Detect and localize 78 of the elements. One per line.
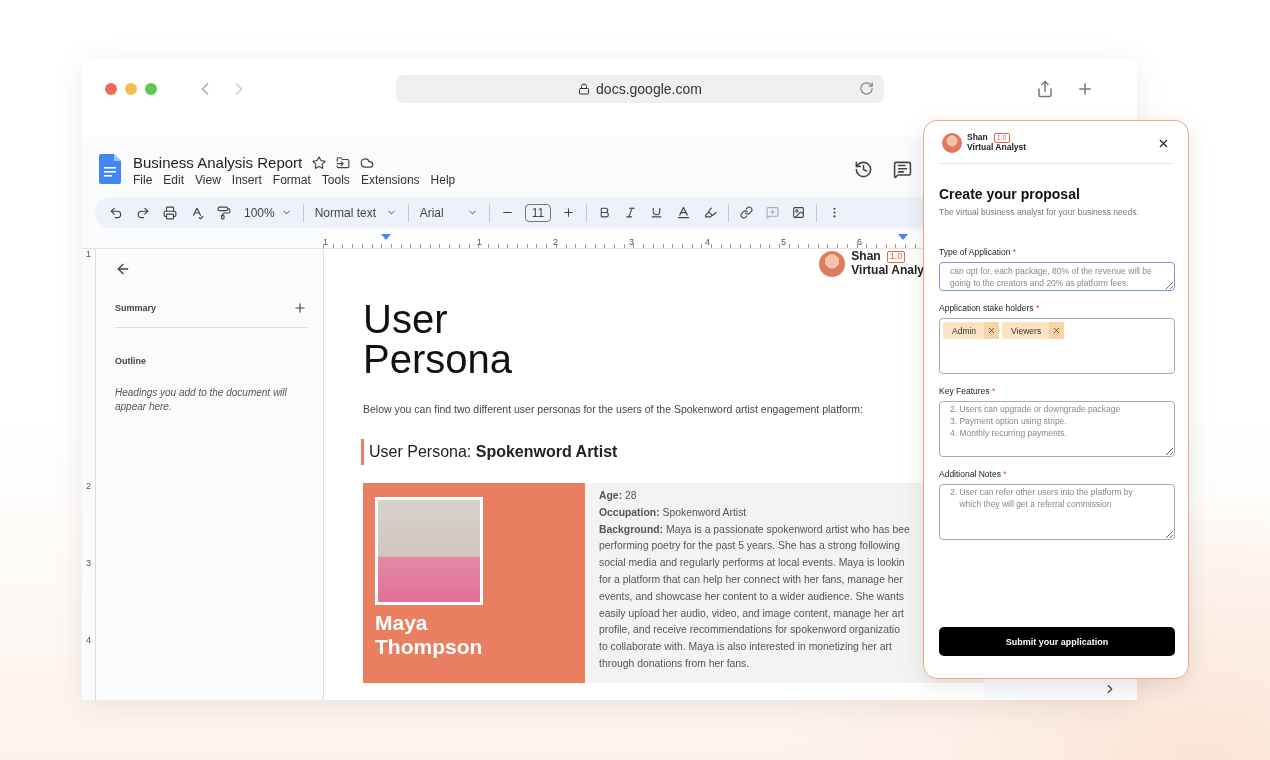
remove-tag-button[interactable] [1049, 322, 1065, 339]
menu-item[interactable]: Insert [231, 173, 262, 187]
field-label: Application stake holders * [939, 303, 1041, 313]
docs-logo-icon [99, 154, 121, 184]
tag-input-field[interactable]: Admin Viewers [939, 318, 1175, 374]
avatar-icon [819, 251, 846, 277]
zoom-dropdown[interactable]: 100% [242, 205, 294, 220]
persona-detail: Age: 28 [599, 489, 637, 503]
menu-item[interactable]: Format [272, 173, 311, 187]
tag-chip: Admin [943, 322, 1000, 339]
menu-item[interactable]: Extensions [360, 173, 420, 187]
menu-item[interactable]: Tools [321, 173, 350, 187]
version-history-button[interactable] [854, 160, 873, 179]
close-icon [987, 326, 997, 335]
remove-tag-button[interactable] [984, 322, 1000, 339]
field-label: Additional Notes * [939, 469, 1008, 479]
url-text: docs.google.com [596, 81, 702, 97]
version-badge: 1.0 [886, 251, 906, 264]
ruler-number: 1 [323, 236, 328, 248]
menu-item[interactable]: Help [430, 173, 456, 187]
ruler-number: 1 [86, 249, 91, 261]
text-area-field[interactable]: 2. User can refer other users into the platform by which they will get a referral commission [939, 484, 1175, 540]
address-bar[interactable]: docs.google.com [396, 75, 884, 103]
menu-item[interactable]: View [195, 173, 221, 187]
insert-link-button[interactable] [738, 206, 756, 219]
new-tab-button[interactable] [1076, 80, 1094, 98]
summary-label: Summary [115, 303, 157, 313]
print-button[interactable] [161, 205, 179, 220]
share-button[interactable] [1036, 80, 1054, 98]
avatar-icon [942, 133, 962, 153]
panel-subtitle: The virtual business analyst for your business needs. [939, 207, 1140, 217]
move-folder-button[interactable] [336, 155, 351, 170]
font-size-field[interactable]: 11 [524, 203, 552, 222]
ruler-number: 1 [477, 236, 483, 248]
brand-tagline: Virtual Analyst [967, 143, 1027, 153]
ruler-number: 3 [86, 558, 91, 570]
document-heading: User Persona [363, 299, 513, 379]
close-window-button[interactable] [105, 83, 117, 95]
persona-background: Background: Maya is a passionate spokenword artist who has bee performing poetry for the past 5 years. She has a strong following social media and regularly performs at local events. Maya is lookin for a platform that can help her connect with her fans, manage her events, and showcase her content to a wider audience. She wants easily upload her audio, video, and image content, manage her art profile, and receive recommendations for spokenword organizatio to collaborate with. Maya is also interested in monetizing her art through donations from her fans. [599, 522, 910, 671]
indent-marker[interactable] [381, 234, 391, 240]
text-style-dropdown[interactable]: Normal text [312, 205, 399, 220]
brand-name: Shan [967, 133, 988, 143]
document-title[interactable]: Business Analysis Report [133, 154, 303, 171]
brand-name: Shan [851, 250, 881, 264]
field-label: Type of Application * [939, 247, 1018, 257]
close-icon [1052, 326, 1062, 335]
panel-title: Create your proposal [939, 186, 1081, 202]
ruler-number: 5 [781, 236, 787, 248]
ruler-number: 3 [629, 236, 635, 248]
add-summary-button[interactable] [293, 301, 307, 315]
persona-name: Maya Thompson [375, 611, 484, 660]
star-button[interactable] [312, 155, 327, 170]
highlight-button[interactable] [702, 206, 720, 219]
indent-marker[interactable] [898, 234, 908, 240]
cloud-status-icon[interactable] [360, 155, 375, 170]
ruler-number: 2 [553, 236, 559, 248]
ruler-number: 6 [857, 236, 863, 248]
tag-chip: Viewers [1002, 322, 1065, 339]
menu-item[interactable]: File [133, 173, 153, 187]
text-area-field[interactable]: 2. Users can upgrade or downgrade package 3. Payment option using stripe. 4. Monthly recurring payments. [939, 401, 1175, 457]
back-arrow-button[interactable] [115, 261, 131, 277]
outline-label: Outline [115, 356, 147, 366]
persona-detail: Occupation: Spokenword Artist [599, 505, 747, 520]
text-area-field[interactable]: can opt for, each package, 80% of the revenue will be going to the creators and 20% as platform fees. [939, 262, 1175, 291]
comments-button[interactable] [893, 160, 912, 179]
font-dropdown[interactable]: Arial [417, 205, 480, 220]
brand-tagline: Virtual Analy [851, 264, 924, 278]
field-label: Key Features * [939, 386, 997, 396]
outline-hint: Headings you add to the document will appear here. [115, 386, 288, 414]
menu-item[interactable]: Edit [163, 173, 185, 187]
ruler-number: 4 [705, 236, 711, 248]
lock-icon [578, 83, 591, 95]
paint-format-button[interactable] [215, 205, 233, 220]
submit-button[interactable]: Submit your application [939, 627, 1175, 656]
ruler-number: 2 [86, 481, 91, 493]
reload-button[interactable] [859, 81, 874, 96]
intro-paragraph: Below you can find two different user personas for the users of the Spokenword artist engagement platform: [363, 403, 864, 415]
ruler-number: 4 [86, 635, 91, 647]
